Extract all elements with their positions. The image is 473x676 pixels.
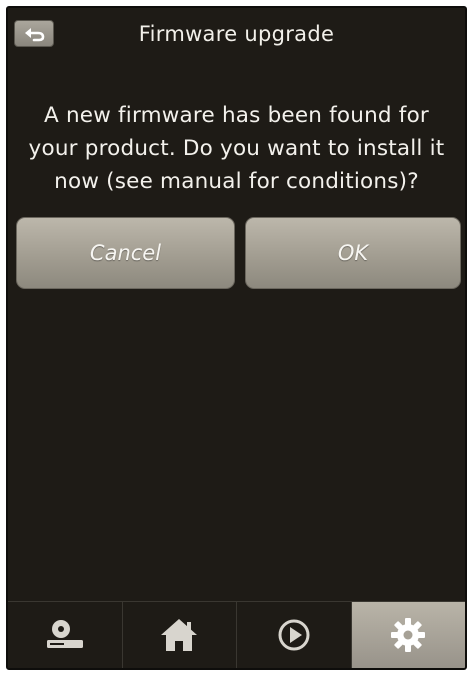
tab-play[interactable] <box>237 602 352 668</box>
gear-icon <box>391 618 426 652</box>
tab-home[interactable] <box>123 602 237 668</box>
disc-player-icon <box>46 620 83 648</box>
ok-button[interactable]: OK <box>245 217 461 289</box>
home-icon <box>161 619 198 651</box>
cancel-button[interactable]: Cancel <box>16 217 235 289</box>
device-screen: Firmware upgrade A new firmware has been… <box>6 6 467 670</box>
title-bar: Firmware upgrade <box>8 8 465 62</box>
tab-settings[interactable] <box>351 602 465 668</box>
bottom-tab-bar <box>8 601 465 668</box>
play-icon <box>278 619 310 651</box>
page-title: Firmware upgrade <box>138 22 335 46</box>
dialog-message: A new firmware has been found for your p… <box>28 103 445 194</box>
tab-disc[interactable] <box>8 602 123 668</box>
